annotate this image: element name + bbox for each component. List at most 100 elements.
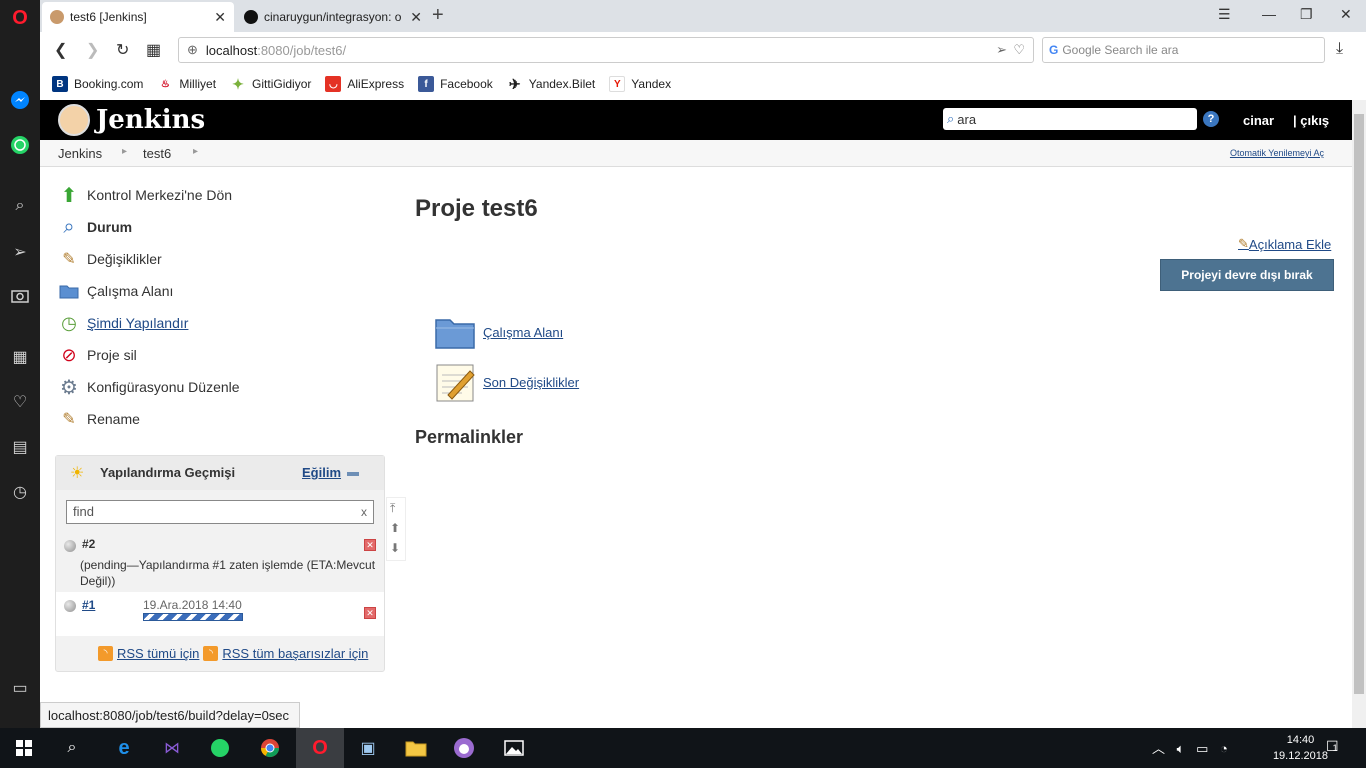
task-changes[interactable]: ✎ Değişiklikler xyxy=(58,248,162,270)
rss-failures-link[interactable]: RSS tüm başarısızlar için xyxy=(222,646,368,661)
cancel-build-icon[interactable]: ✕ xyxy=(364,607,376,619)
help-icon[interactable]: ? xyxy=(1203,111,1219,127)
bookmark-milliyet[interactable]: ♨ Milliyet xyxy=(157,76,216,92)
logout-link[interactable]: | çıkış xyxy=(1293,113,1329,128)
chrome-icon[interactable] xyxy=(246,728,294,768)
bookmark-label: AliExpress xyxy=(347,77,405,91)
bookmark-yandex[interactable]: Y Yandex xyxy=(609,76,671,92)
collapse-icon[interactable] xyxy=(347,472,359,476)
gittigidiyor-icon: ✦ xyxy=(232,75,244,92)
task-configure[interactable]: ⚙ Konfigürasyonu Düzenle xyxy=(58,376,240,399)
page-down-icon[interactable]: ⬇ xyxy=(390,541,400,555)
visual-studio-icon[interactable]: ⋈ xyxy=(148,728,196,768)
tab-github[interactable]: cinaruygun/integrasyon: o ✕ xyxy=(236,2,430,32)
task-delete-project[interactable]: ⊘ Proje sil xyxy=(58,344,137,366)
workspace-link[interactable]: Çalışma Alanı xyxy=(433,312,563,352)
cat-app-icon[interactable] xyxy=(440,728,488,768)
close-tab-icon[interactable]: ✕ xyxy=(214,9,226,26)
find-input[interactable]: find xyxy=(66,500,374,524)
back-icon[interactable]: ❮ xyxy=(54,40,67,60)
scrollbar-thumb[interactable] xyxy=(1354,114,1364,694)
download-icon[interactable]: ⤓ xyxy=(1336,40,1343,58)
messenger-icon[interactable] xyxy=(8,88,32,112)
task-label: Değişiklikler xyxy=(87,251,162,267)
auto-refresh-link[interactable]: Otomatik Yenilemeyi Aç xyxy=(1230,148,1324,158)
tabs-grid-icon[interactable]: ▦ xyxy=(146,40,161,60)
task-back-to-dashboard[interactable]: ⬆ Kontrol Merkezi'ne Dön xyxy=(58,184,232,207)
opera-logo-icon[interactable]: O xyxy=(8,6,32,30)
sidebar-toggle-icon[interactable]: ▭ xyxy=(8,676,32,700)
system-tray[interactable]: ︿ 🔈︎ ▭ ◔ xyxy=(1152,738,1228,757)
clear-find-icon[interactable]: x xyxy=(361,505,367,519)
maximize-icon[interactable]: ❐ xyxy=(1300,6,1313,23)
tab-jenkins[interactable]: test6 [Jenkins] ✕ xyxy=(42,2,234,32)
url-input[interactable]: ⊕ localhost:8080/job/test6/ ➢ ♡ xyxy=(178,37,1034,63)
cancel-build-icon[interactable]: ✕ xyxy=(364,539,376,551)
task-label: Proje sil xyxy=(87,347,137,363)
news-icon[interactable]: ▤ xyxy=(8,435,32,459)
camera-icon[interactable] xyxy=(8,283,32,307)
bookmark-facebook[interactable]: f Facebook xyxy=(418,76,493,92)
send-icon[interactable]: ➢ xyxy=(8,240,32,264)
google-search-input[interactable]: G Google Search ile ara xyxy=(1042,37,1325,63)
add-description-link[interactable]: ✎ Açıklama Ekle xyxy=(1238,236,1331,252)
user-link[interactable]: cinar xyxy=(1243,113,1274,128)
chevron-right-icon[interactable]: ▸ xyxy=(122,146,127,157)
history-clock-icon[interactable]: ◷ xyxy=(8,480,32,504)
chevron-up-icon[interactable]: ︿ xyxy=(1152,741,1165,756)
recent-changes-link[interactable]: Son Değişiklikler xyxy=(433,362,579,402)
whatsapp-icon[interactable] xyxy=(8,133,32,157)
task-build-now[interactable]: ◷ Şimdi Yapılandır xyxy=(58,312,188,334)
jenkins-search-input[interactable]: ⌕ ara xyxy=(943,108,1197,130)
page-top-icon[interactable]: ⤒ xyxy=(390,501,395,516)
task-workspace[interactable]: Çalışma Alanı xyxy=(58,280,173,302)
bookmark-heart-icon[interactable]: ♡ xyxy=(1013,42,1025,58)
clock-date: 19.12.2018 xyxy=(1272,750,1328,762)
opera-taskbar-icon[interactable]: O xyxy=(296,728,344,768)
build-number-link[interactable]: #1 xyxy=(82,598,95,612)
battery-icon[interactable]: ▭ xyxy=(1196,741,1208,756)
bookmark-label: GittiGidiyor xyxy=(252,77,312,91)
search-icon[interactable]: ⌕ xyxy=(48,728,96,768)
edge-icon[interactable]: e xyxy=(100,728,148,768)
reload-icon[interactable]: ↻ xyxy=(116,40,129,60)
windows-start-icon[interactable] xyxy=(0,728,48,768)
close-window-icon[interactable]: ✕ xyxy=(1340,6,1352,23)
chevron-right-icon[interactable]: ▸ xyxy=(193,146,198,157)
jenkins-logo[interactable]: Jenkins xyxy=(58,104,205,136)
tab-menu-icon[interactable]: ☰ xyxy=(1218,6,1231,23)
search-icon[interactable]: ⌕ xyxy=(8,194,32,218)
page-up-icon[interactable]: ⬆ xyxy=(390,521,400,535)
wifi-icon[interactable]: ◔ xyxy=(1220,741,1228,756)
minimize-icon[interactable]: — xyxy=(1262,6,1276,22)
clock[interactable]: 14:40 19.12.2018 xyxy=(1273,732,1328,764)
rss-all-link[interactable]: RSS tümü için xyxy=(117,646,199,661)
build-progress-bar[interactable] xyxy=(143,613,243,621)
bookmark-booking[interactable]: B Booking.com xyxy=(52,76,143,92)
heart-icon[interactable]: ♡ xyxy=(8,390,32,414)
photos-icon[interactable] xyxy=(490,728,538,768)
whatsapp-icon[interactable] xyxy=(196,728,244,768)
page-scrollbar[interactable] xyxy=(1352,100,1366,728)
app-box-icon[interactable]: ▣ xyxy=(344,728,392,768)
disable-project-button[interactable]: Projeyi devre dışı bırak xyxy=(1160,259,1334,291)
breadcrumb-test6[interactable]: test6 xyxy=(143,146,171,161)
bookmark-yandex-bilet[interactable]: ✈ Yandex.Bilet xyxy=(507,76,595,92)
speed-dial-icon[interactable]: ▦ xyxy=(8,345,32,369)
file-explorer-icon[interactable] xyxy=(392,728,440,768)
task-status[interactable]: ⌕ Durum xyxy=(58,216,132,238)
search-placeholder: Google Search ile ara xyxy=(1062,43,1179,57)
bookmark-gittigidiyor[interactable]: ✦ GittiGidiyor xyxy=(230,76,311,92)
volume-icon[interactable]: 🔈︎ xyxy=(1177,741,1185,756)
bookmark-aliexpress[interactable]: ◡ AliExpress xyxy=(325,76,404,92)
notification-icon[interactable]: ☐1 xyxy=(1326,738,1339,755)
build-date[interactable]: 19.Ara.2018 14:40 xyxy=(143,598,242,612)
trend-link[interactable]: Eğilim xyxy=(302,465,341,480)
forward-icon[interactable]: ❯ xyxy=(86,40,99,60)
task-rename[interactable]: ✎ Rename xyxy=(58,408,140,430)
gear-icon: ⚙ xyxy=(60,376,78,399)
breadcrumb-jenkins[interactable]: Jenkins xyxy=(58,146,102,161)
new-tab-button[interactable]: + xyxy=(432,4,444,27)
close-tab-icon[interactable]: ✕ xyxy=(410,9,422,26)
send-page-icon[interactable]: ➢ xyxy=(996,42,1007,58)
